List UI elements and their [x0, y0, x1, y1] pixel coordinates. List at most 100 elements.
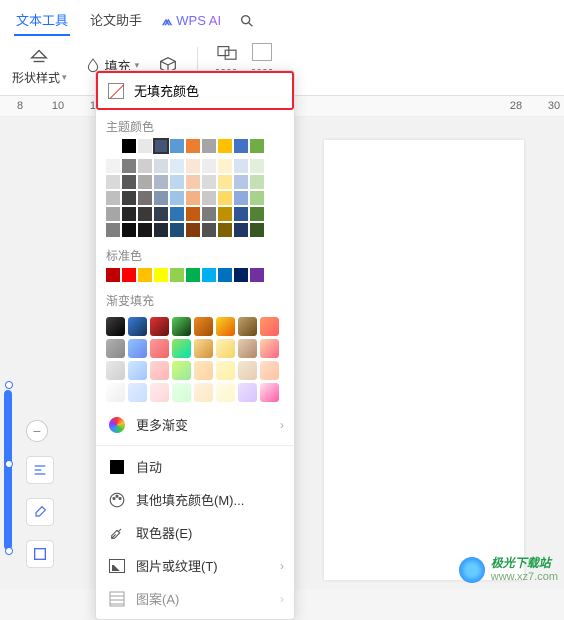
color-swatch[interactable]	[128, 361, 147, 380]
color-swatch[interactable]	[106, 268, 120, 282]
color-swatch[interactable]	[186, 223, 200, 237]
color-swatch[interactable]	[122, 139, 136, 153]
color-swatch[interactable]	[194, 383, 213, 402]
selected-shape[interactable]	[4, 390, 12, 550]
color-swatch[interactable]	[172, 383, 191, 402]
color-swatch[interactable]	[202, 159, 216, 173]
color-swatch[interactable]	[170, 139, 184, 153]
color-swatch[interactable]	[250, 268, 264, 282]
color-swatch[interactable]	[122, 191, 136, 205]
color-swatch[interactable]	[170, 159, 184, 173]
color-swatch[interactable]	[250, 191, 264, 205]
color-swatch[interactable]	[106, 223, 120, 237]
color-swatch[interactable]	[238, 361, 257, 380]
color-swatch[interactable]	[154, 159, 168, 173]
color-swatch[interactable]	[128, 317, 147, 336]
color-swatch[interactable]	[138, 139, 152, 153]
color-swatch[interactable]	[218, 268, 232, 282]
color-swatch[interactable]	[260, 383, 279, 402]
color-swatch[interactable]	[218, 223, 232, 237]
color-swatch[interactable]	[216, 361, 235, 380]
color-swatch[interactable]	[216, 339, 235, 358]
color-swatch[interactable]	[202, 223, 216, 237]
color-swatch[interactable]	[138, 207, 152, 221]
color-swatch[interactable]	[218, 139, 232, 153]
color-swatch[interactable]	[202, 175, 216, 189]
color-swatch[interactable]	[186, 175, 200, 189]
color-swatch[interactable]	[106, 139, 120, 153]
color-swatch[interactable]	[194, 361, 213, 380]
color-swatch[interactable]	[202, 268, 216, 282]
color-swatch[interactable]	[218, 175, 232, 189]
auto-color-option[interactable]: 自动	[96, 450, 294, 483]
color-swatch[interactable]	[106, 339, 125, 358]
color-swatch[interactable]	[170, 223, 184, 237]
color-swatch[interactable]	[202, 207, 216, 221]
color-swatch[interactable]	[106, 361, 125, 380]
color-swatch[interactable]	[260, 361, 279, 380]
color-swatch[interactable]	[234, 223, 248, 237]
color-swatch[interactable]	[250, 223, 264, 237]
color-swatch[interactable]	[250, 175, 264, 189]
color-swatch[interactable]	[154, 207, 168, 221]
color-swatch[interactable]	[170, 268, 184, 282]
color-swatch[interactable]	[154, 175, 168, 189]
color-swatch[interactable]	[106, 175, 120, 189]
color-swatch[interactable]	[154, 268, 168, 282]
zoom-out-button[interactable]: −	[26, 420, 48, 442]
color-swatch[interactable]	[238, 317, 257, 336]
color-swatch[interactable]	[138, 191, 152, 205]
color-swatch[interactable]	[154, 191, 168, 205]
color-swatch[interactable]	[186, 159, 200, 173]
shape-style-group[interactable]: 形状样式▾	[12, 45, 67, 86]
color-swatch[interactable]	[186, 191, 200, 205]
color-swatch[interactable]	[122, 159, 136, 173]
color-swatch[interactable]	[218, 207, 232, 221]
no-fill-option[interactable]: 无填充颜色	[96, 71, 294, 110]
tab-text-tool[interactable]: 文本工具	[14, 6, 70, 35]
color-swatch[interactable]	[138, 268, 152, 282]
color-swatch[interactable]	[202, 139, 216, 153]
color-swatch[interactable]	[260, 317, 279, 336]
color-swatch[interactable]	[150, 361, 169, 380]
color-swatch[interactable]	[234, 207, 248, 221]
color-swatch[interactable]	[250, 207, 264, 221]
color-swatch[interactable]	[218, 191, 232, 205]
color-swatch[interactable]	[138, 223, 152, 237]
rotate-icon[interactable]	[252, 43, 272, 61]
color-swatch[interactable]	[216, 317, 235, 336]
color-swatch[interactable]	[106, 383, 125, 402]
color-swatch[interactable]	[150, 317, 169, 336]
picture-texture-option[interactable]: 图片或纹理(T) ›	[96, 549, 294, 582]
color-swatch[interactable]	[106, 207, 120, 221]
color-swatch[interactable]	[234, 159, 248, 173]
text-flow-button[interactable]	[26, 456, 54, 484]
frame-button[interactable]	[26, 540, 54, 568]
color-swatch[interactable]	[122, 207, 136, 221]
search-icon[interactable]	[239, 13, 255, 29]
color-swatch[interactable]	[216, 383, 235, 402]
color-swatch[interactable]	[194, 317, 213, 336]
more-gradient-option[interactable]: 更多渐变 ›	[96, 408, 294, 441]
color-swatch[interactable]	[170, 207, 184, 221]
color-swatch[interactable]	[172, 339, 191, 358]
color-swatch[interactable]	[122, 175, 136, 189]
color-swatch[interactable]	[234, 139, 248, 153]
shape-handle[interactable]	[5, 547, 13, 555]
shape-handle[interactable]	[5, 381, 13, 389]
group-icon[interactable]	[216, 43, 238, 61]
color-swatch[interactable]	[106, 191, 120, 205]
color-swatch[interactable]	[172, 361, 191, 380]
color-swatch[interactable]	[122, 268, 136, 282]
color-swatch[interactable]	[250, 139, 264, 153]
color-swatch[interactable]	[150, 383, 169, 402]
color-swatch[interactable]	[138, 159, 152, 173]
color-swatch[interactable]	[194, 339, 213, 358]
color-swatch[interactable]	[234, 191, 248, 205]
color-swatch[interactable]	[234, 268, 248, 282]
color-swatch[interactable]	[250, 159, 264, 173]
pattern-option[interactable]: 图案(A) ›	[96, 582, 294, 615]
color-swatch[interactable]	[234, 175, 248, 189]
color-swatch[interactable]	[186, 139, 200, 153]
color-swatch[interactable]	[122, 223, 136, 237]
